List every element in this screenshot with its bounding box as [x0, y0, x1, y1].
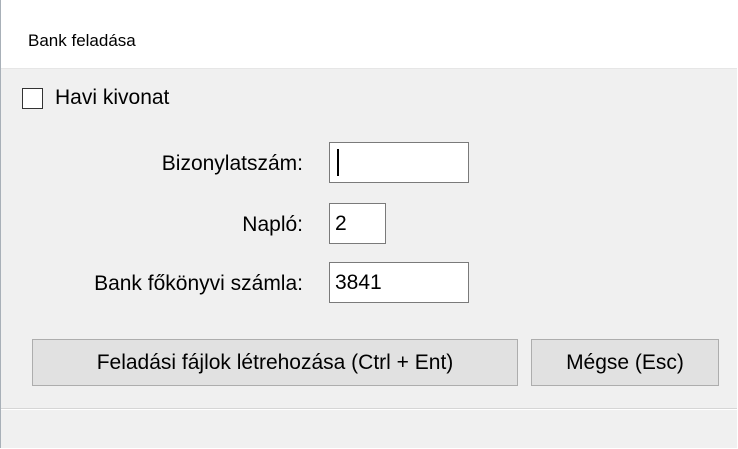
document-number-input[interactable] — [329, 142, 469, 183]
cancel-button[interactable]: Mégse (Esc) — [531, 339, 719, 386]
status-divider-highlight — [1, 409, 737, 410]
dialog-window: Bank feladása Havi kivonat Bizonylatszám… — [0, 0, 737, 448]
monthly-statement-checkbox[interactable] — [22, 87, 43, 109]
monthly-statement-label[interactable]: Havi kivonat — [55, 86, 169, 110]
bank-account-label: Bank főkönyvi számla: — [94, 272, 303, 295]
title-bar[interactable]: Bank feladása — [1, 0, 737, 69]
dialog-body: Havi kivonat Bizonylatszám: Napló: Bank … — [1, 69, 737, 448]
document-number-label: Bizonylatszám: — [161, 152, 303, 175]
monthly-statement-option[interactable]: Havi kivonat — [22, 86, 169, 110]
bank-account-input[interactable] — [329, 262, 469, 303]
window-title: Bank feladása — [28, 31, 136, 50]
journal-input[interactable] — [329, 203, 386, 244]
journal-label: Napló: — [242, 213, 303, 236]
text-caret — [337, 149, 339, 176]
create-files-button[interactable]: Feladási fájlok létrehozása (Ctrl + Ent) — [32, 339, 518, 386]
